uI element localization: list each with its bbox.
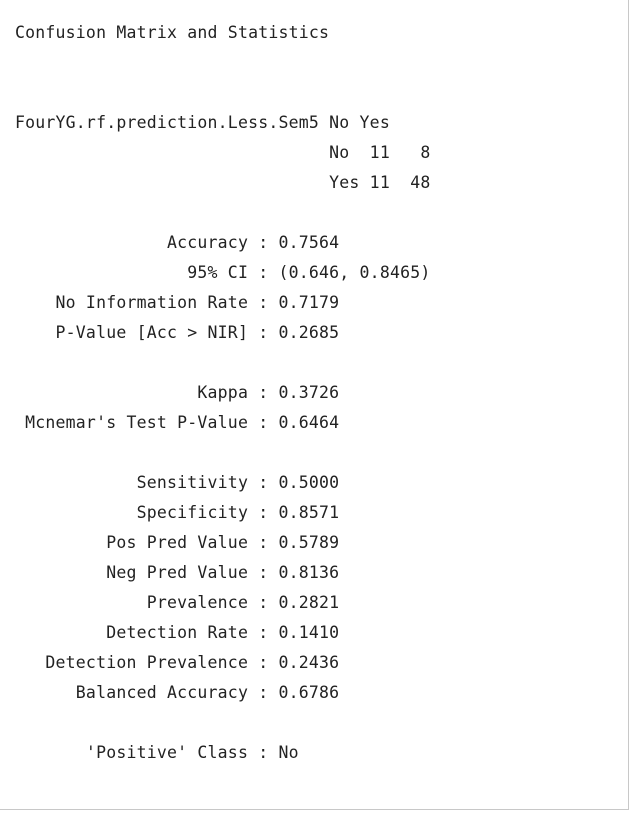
stat-detection-rate: Detection Rate : 0.1410 xyxy=(15,623,340,642)
stat-specificity: Specificity : 0.8571 xyxy=(15,503,340,522)
stat-95-ci: 95% CI : (0.646, 0.8465) xyxy=(15,263,431,282)
matrix-header: FourYG.rf.prediction.Less.Sem5 No Yes xyxy=(15,113,390,132)
stat-no-information-rate: No Information Rate : 0.7179 xyxy=(15,293,340,312)
matrix-row-no: No 11 8 xyxy=(15,143,431,162)
stat-balanced-accuracy: Balanced Accuracy : 0.6786 xyxy=(15,683,340,702)
matrix-row-yes: Yes 11 48 xyxy=(15,173,431,192)
stat-detection-prevalence: Detection Prevalence : 0.2436 xyxy=(15,653,340,672)
stat-sensitivity: Sensitivity : 0.5000 xyxy=(15,473,340,492)
stat-p-value-acc-nir: P-Value [Acc > NIR] : 0.2685 xyxy=(15,323,340,342)
stat-kappa: Kappa : 0.3726 xyxy=(15,383,340,402)
confusion-matrix-output: Confusion Matrix and Statistics FourYG.rf… xyxy=(0,0,628,768)
stat-neg-pred-value: Neg Pred Value : 0.8136 xyxy=(15,563,340,582)
stat-mcnemar-p-value: Mcnemar's Test P-Value : 0.6464 xyxy=(15,413,340,432)
output-title: Confusion Matrix and Statistics xyxy=(15,23,330,42)
stat-positive-class: 'Positive' Class : No xyxy=(15,743,299,762)
stat-prevalence: Prevalence : 0.2821 xyxy=(15,593,340,612)
console-output-panel: Confusion Matrix and Statistics FourYG.rf… xyxy=(0,0,629,810)
stat-accuracy: Accuracy : 0.7564 xyxy=(15,233,340,252)
stat-pos-pred-value: Pos Pred Value : 0.5789 xyxy=(15,533,340,552)
